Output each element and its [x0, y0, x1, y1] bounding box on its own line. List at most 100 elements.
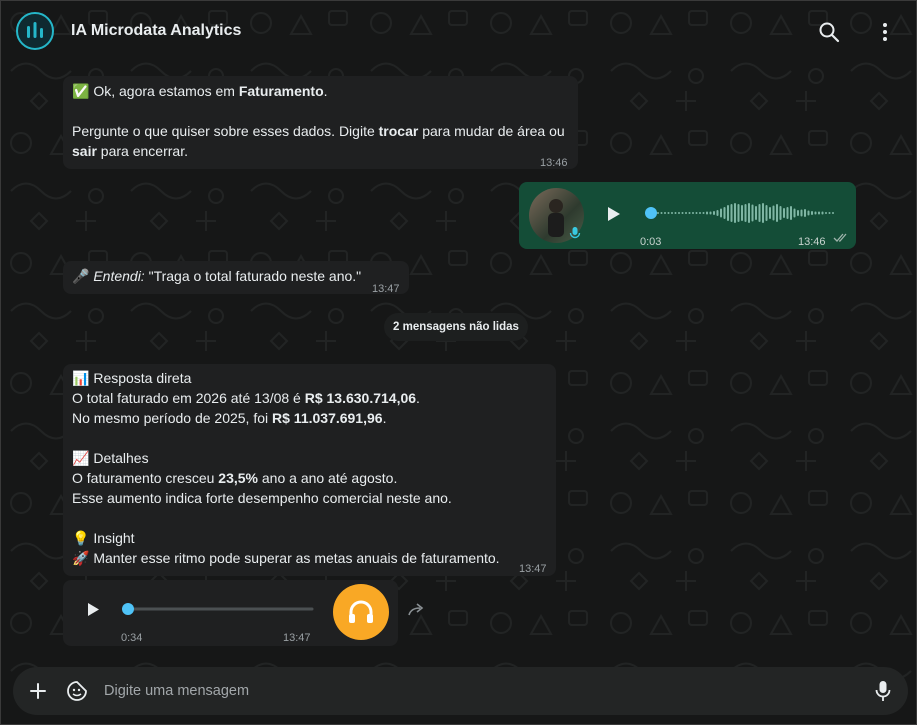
incoming-message-transcription: 🎤 Entendi: "Traga o total faturado neste…: [63, 261, 409, 295]
headphones-badge-icon: [333, 584, 389, 640]
message-text: Manter esse ritmo pode superar as metas …: [93, 550, 500, 566]
mic-badge-icon: [569, 226, 581, 240]
voice-progress-track[interactable]: [122, 603, 315, 615]
chat-header: IA Microdata Analytics: [1, 1, 916, 63]
play-button[interactable]: [607, 206, 621, 222]
waveform-bar: [709, 211, 712, 215]
waveform-bar: [741, 205, 743, 221]
message-text: .: [323, 83, 328, 99]
waveform-bar: [776, 204, 778, 222]
waveform-bar: [744, 204, 747, 222]
section-title: Insight: [93, 530, 135, 546]
waveform-bar: [713, 211, 715, 215]
message-text: .: [416, 390, 420, 406]
waveform-bar: [800, 209, 803, 217]
message-bold-text: 23,5%: [218, 470, 258, 486]
waveform-bar: [755, 206, 757, 220]
message-text: .: [382, 410, 387, 426]
waveform-bar: [779, 206, 782, 220]
waveform-bar: [716, 210, 719, 216]
message-italic-text: Entendi:: [93, 268, 145, 284]
waveform-bar: [706, 211, 708, 215]
message-time: 13:47: [519, 563, 547, 575]
waveform-bar: [660, 212, 663, 214]
message-bold-text: trocar: [378, 123, 419, 139]
attach-plus-icon[interactable]: [29, 682, 47, 700]
unread-messages-divider: 2 mensagens não lidas: [384, 313, 528, 341]
waveform-bar: [681, 212, 684, 214]
waveform-bar: [769, 207, 771, 219]
waveform-bar: [737, 204, 740, 222]
mic-emoji-icon: 🎤: [72, 268, 90, 284]
waveform-bar: [793, 208, 796, 218]
waveform-bar: [797, 210, 799, 216]
waveform-bar: [811, 211, 813, 215]
waveform-bar: [730, 204, 733, 222]
rocket-emoji-icon: 🚀: [72, 550, 90, 566]
message-text: O total faturado em 2026 até 13/08 é: [72, 390, 305, 406]
outgoing-voice-message: 0:03 13:46: [519, 182, 856, 249]
waveform-bar: [695, 212, 698, 214]
message-text: "Traga o total faturado neste ano.": [144, 268, 362, 284]
kebab-menu-icon[interactable]: [874, 21, 896, 43]
waveform-bar: [699, 212, 701, 214]
waveform-bar: [674, 212, 677, 214]
waveform-bar: [685, 212, 687, 214]
section-title: Resposta direta: [93, 370, 192, 386]
waveform-bar: [814, 211, 817, 215]
message-text: para mudar de área ou: [418, 123, 565, 139]
chat-title[interactable]: IA Microdata Analytics: [71, 22, 241, 40]
waveform-bar: [692, 212, 694, 214]
lightbulb-emoji-icon: 💡: [72, 530, 90, 546]
message-text: O faturamento cresceu: [72, 470, 219, 486]
waveform-bar: [783, 208, 785, 218]
microphone-icon[interactable]: [875, 680, 891, 702]
bar-chart-logo-icon[interactable]: [16, 12, 54, 50]
waveform-bar: [734, 203, 736, 223]
voice-waveform[interactable]: [645, 202, 835, 224]
message-input[interactable]: Digite uma mensagem: [104, 683, 249, 699]
message-text: para encerrar.: [96, 143, 188, 159]
waveform-bar: [657, 212, 659, 214]
waveform-bar: [727, 205, 729, 221]
message-time: 13:47: [372, 283, 400, 295]
trend-emoji-icon: 📈: [72, 450, 90, 466]
chat-window: IA Microdata Analytics ✅ Ok, agora estam…: [0, 0, 917, 725]
incoming-voice-message: 0:34 13:47: [63, 580, 398, 646]
waveform-bar: [664, 212, 666, 214]
incoming-message-area-confirm: ✅ Ok, agora estamos em Faturamento. Perg…: [63, 76, 578, 169]
voice-duration: 0:03: [640, 236, 662, 248]
waveform-bar: [723, 207, 726, 219]
chart-emoji-icon: 📊: [72, 370, 90, 386]
message-time: 13:47: [283, 632, 311, 644]
waveform-bar: [748, 203, 750, 223]
waveform-bar: [807, 210, 810, 216]
waveform-bar: [751, 204, 754, 222]
sticker-icon[interactable]: [66, 680, 88, 702]
message-text: Esse aumento indica forte desempenho com…: [72, 490, 452, 506]
waveform-bar: [772, 205, 775, 221]
message-bold-text: R$ 13.630.714,06: [304, 390, 417, 406]
waveform-bar: [762, 203, 764, 223]
check-emoji-icon: ✅: [72, 83, 90, 99]
message-bold-text: Faturamento: [238, 83, 324, 99]
waveform-bar: [688, 212, 691, 214]
read-receipt-icon: [833, 233, 849, 243]
message-text: Ok, agora estamos em: [93, 83, 239, 99]
waveform-bar: [678, 212, 680, 214]
waveform-bar: [786, 207, 789, 219]
message-text: ano a ano até agosto.: [258, 470, 398, 486]
waveform-bar: [804, 209, 806, 217]
incoming-message-analysis: 📊 Resposta direta O total faturado em 20…: [63, 364, 556, 576]
waveform-bar: [765, 205, 768, 221]
voice-duration: 0:34: [121, 632, 143, 644]
waveform-bar: [667, 212, 670, 214]
play-button[interactable]: [87, 602, 100, 617]
waveform-bar: [720, 208, 722, 218]
forward-icon[interactable]: [407, 602, 427, 618]
waveform-bar: [828, 212, 831, 214]
waveform-bar: [790, 206, 792, 220]
section-title: Detalhes: [93, 450, 149, 466]
search-icon[interactable]: [818, 21, 840, 43]
playhead-knob[interactable]: [645, 207, 657, 219]
